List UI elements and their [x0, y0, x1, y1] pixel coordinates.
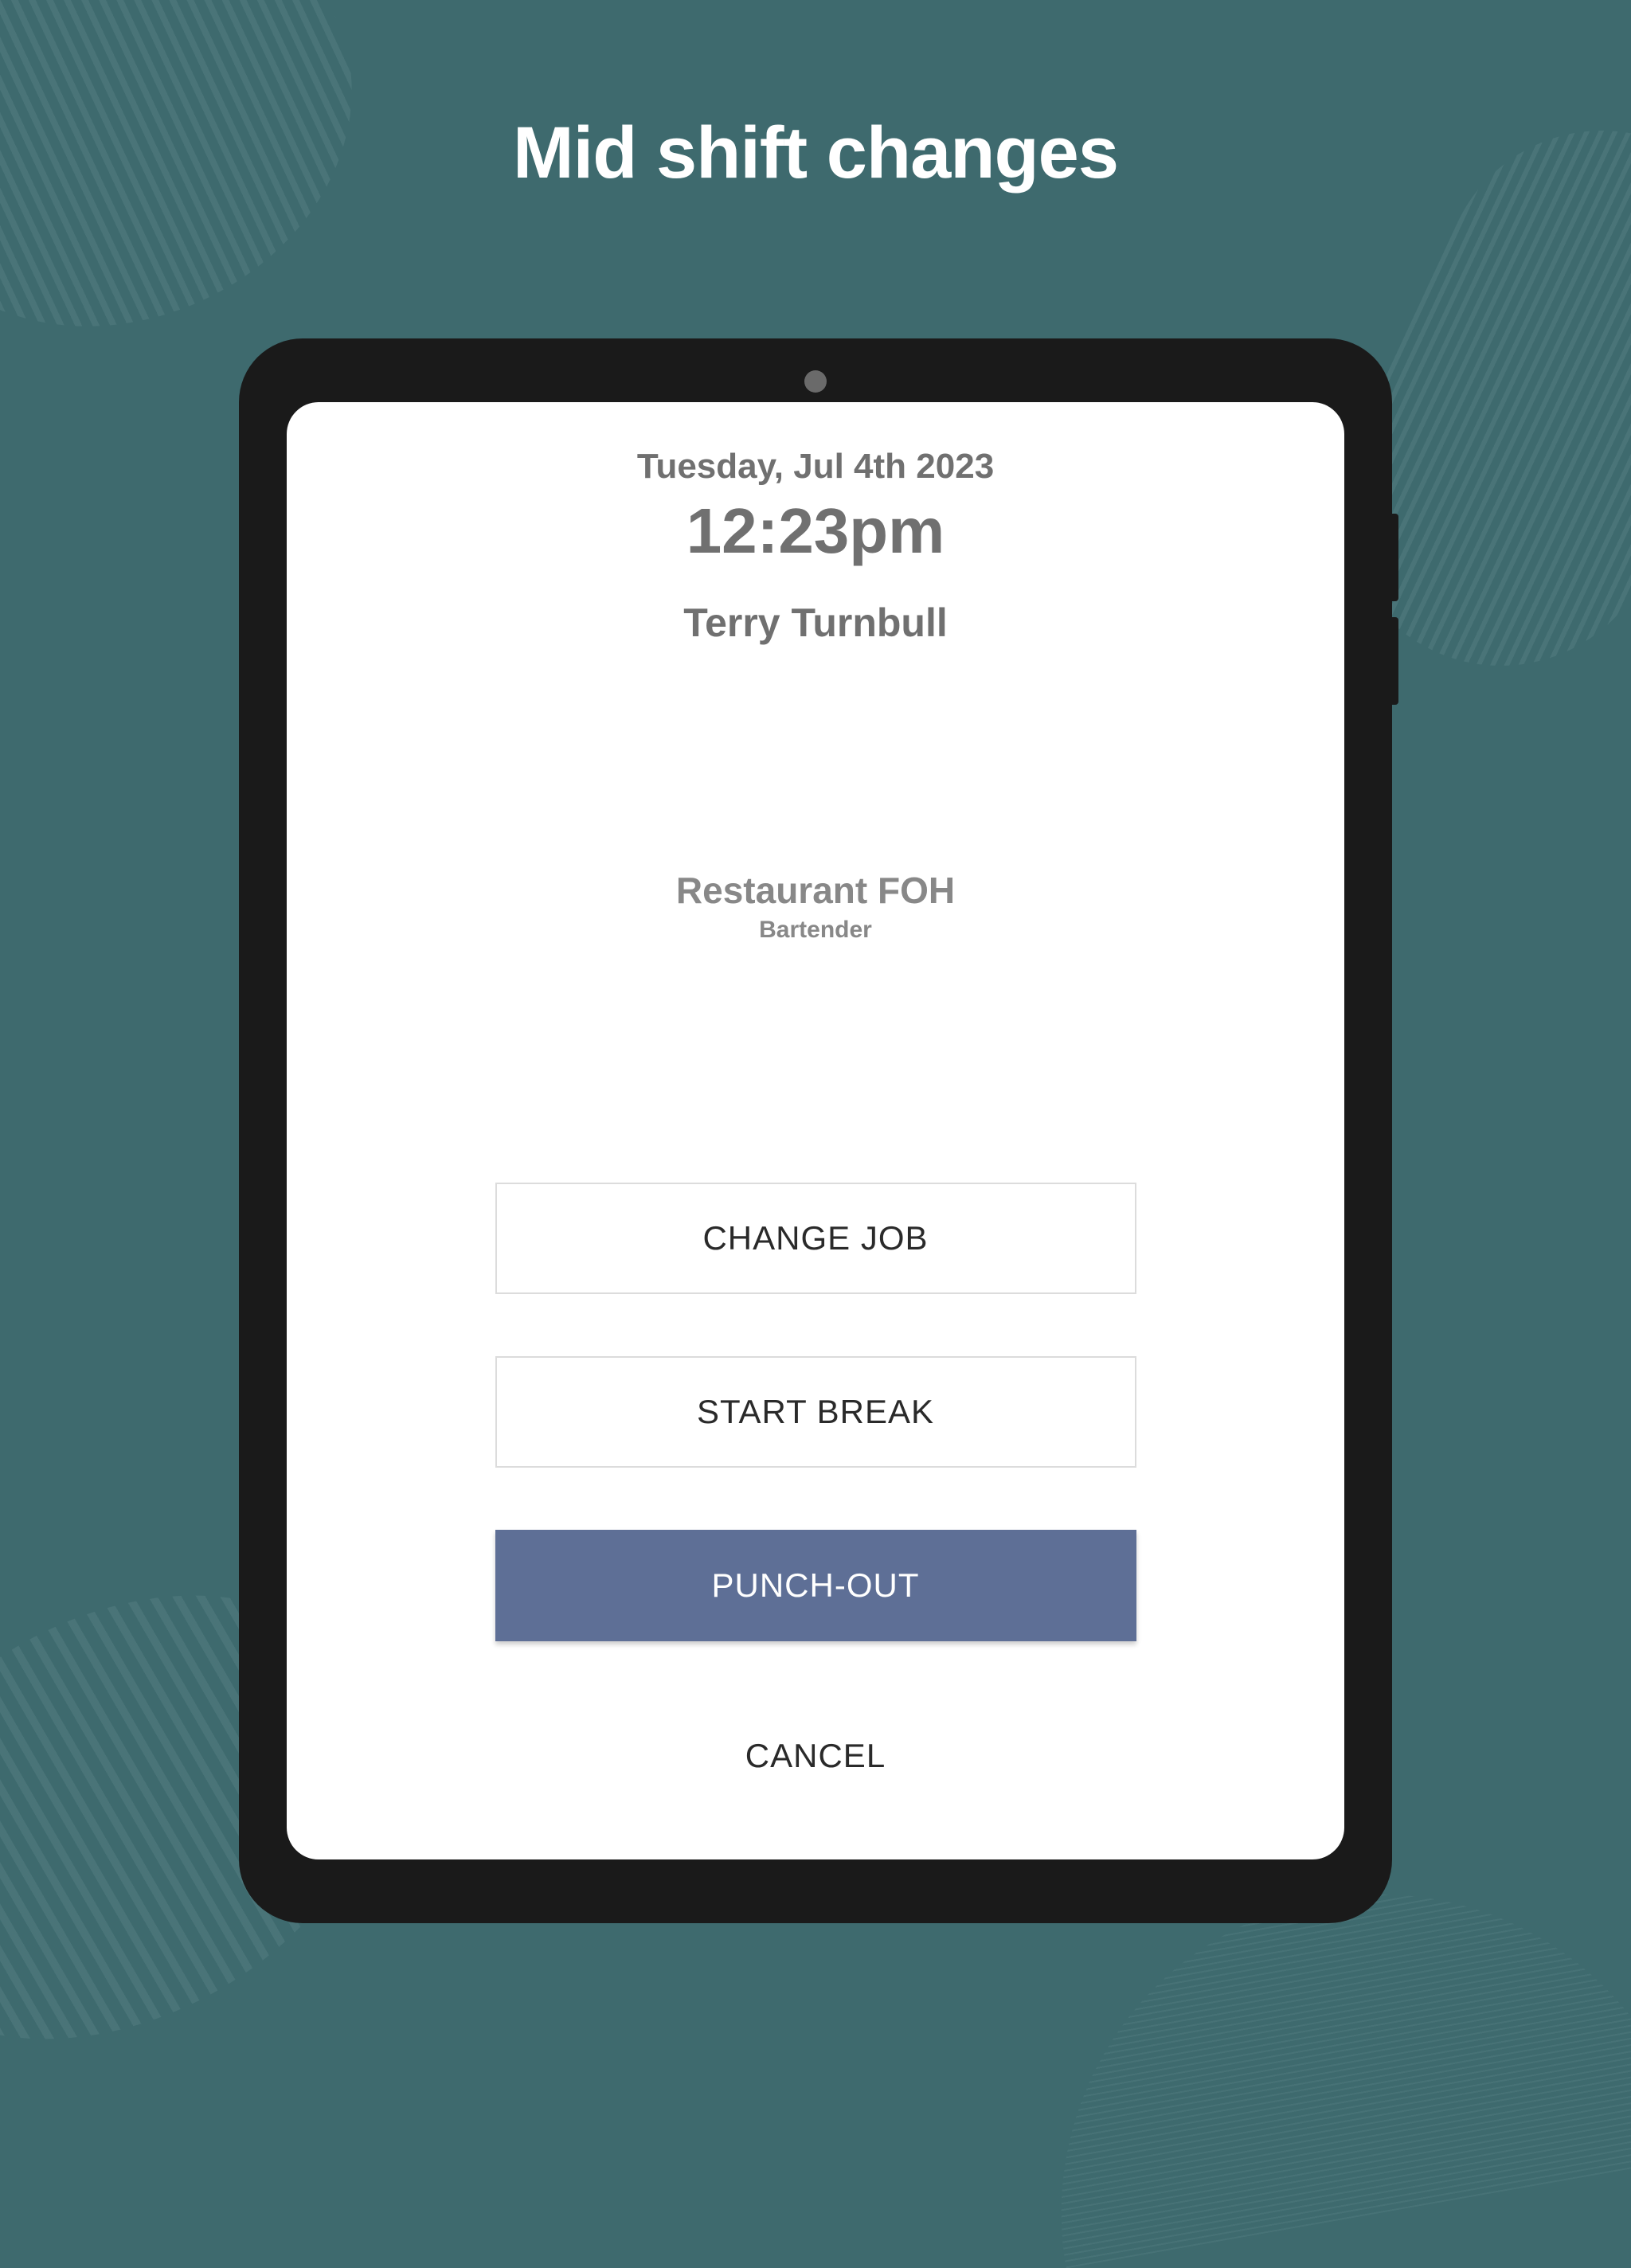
start-break-button[interactable]: START BREAK [495, 1356, 1136, 1468]
change-job-button[interactable]: CHANGE JOB [495, 1183, 1136, 1294]
employee-name: Terry Turnbull [683, 600, 948, 646]
page-title: Mid shift changes [0, 0, 1631, 195]
role-label: Bartender [759, 917, 872, 944]
tablet-screen: Tuesday, Jul 4th 2023 12:23pm Terry Turn… [287, 402, 1344, 1859]
tablet-frame: Tuesday, Jul 4th 2023 12:23pm Terry Turn… [239, 338, 1392, 1923]
tablet-camera-icon [804, 370, 827, 393]
department-label: Restaurant FOH [676, 869, 955, 912]
punch-out-button[interactable]: PUNCH-OUT [495, 1530, 1136, 1641]
current-time: 12:23pm [686, 495, 945, 568]
tablet-hardware-buttons [1392, 514, 1398, 721]
current-date: Tuesday, Jul 4th 2023 [637, 447, 994, 487]
cancel-button[interactable]: CANCEL [745, 1737, 886, 1775]
